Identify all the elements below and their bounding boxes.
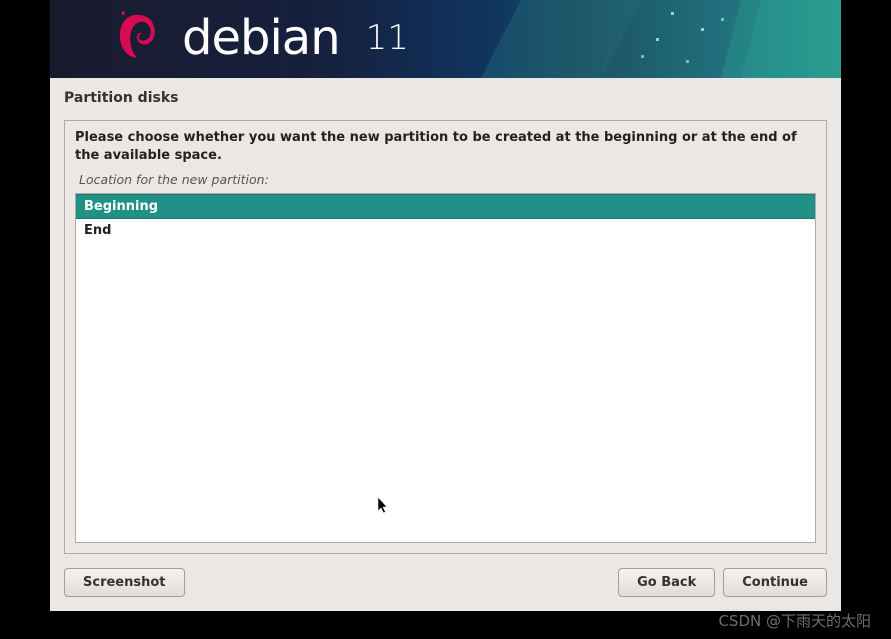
banner-shapes (441, 0, 841, 78)
brand-name: debian (182, 10, 340, 66)
button-bar: Screenshot Go Back Continue (50, 554, 841, 611)
main-panel: Please choose whether you want the new p… (64, 120, 827, 554)
debian-swirl-icon (110, 8, 164, 68)
brand-version: 11 (366, 18, 409, 58)
go-back-button[interactable]: Go Back (618, 568, 715, 597)
header-banner: debian 11 (50, 0, 841, 78)
installer-window: debian 11 Partition disks Please choose … (50, 0, 841, 611)
page-title: Partition disks (50, 78, 841, 114)
list-item[interactable]: End (76, 219, 815, 242)
screenshot-button[interactable]: Screenshot (64, 568, 185, 597)
list-item[interactable]: Beginning (76, 194, 815, 219)
watermark: CSDN @下雨天的太阳 (718, 610, 871, 631)
partition-location-list[interactable]: BeginningEnd (75, 193, 816, 543)
instruction-text: Please choose whether you want the new p… (75, 129, 816, 164)
list-label: Location for the new partition: (75, 172, 816, 187)
continue-button[interactable]: Continue (723, 568, 827, 597)
spacer (193, 568, 611, 597)
logo-area: debian 11 (110, 8, 409, 68)
